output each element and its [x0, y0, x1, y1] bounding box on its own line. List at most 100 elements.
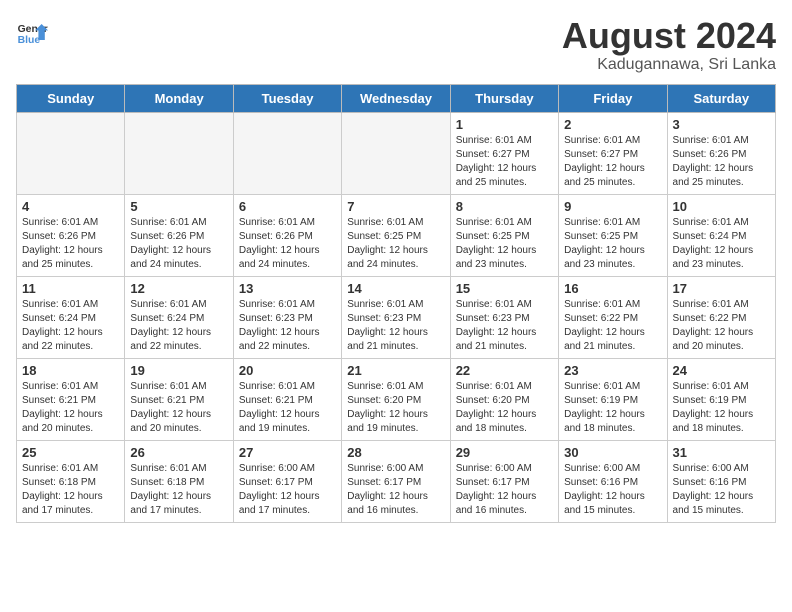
- day-number: 19: [130, 363, 227, 378]
- day-info: Sunrise: 6:01 AM Sunset: 6:23 PM Dayligh…: [347, 298, 444, 354]
- day-number: 13: [239, 281, 336, 296]
- day-number: 11: [22, 281, 119, 296]
- day-info: Sunrise: 6:01 AM Sunset: 6:19 PM Dayligh…: [564, 380, 661, 436]
- day-info: Sunrise: 6:01 AM Sunset: 6:20 PM Dayligh…: [347, 380, 444, 436]
- day-info: Sunrise: 6:00 AM Sunset: 6:17 PM Dayligh…: [456, 462, 553, 518]
- calendar-cell: 7 Sunrise: 6:01 AM Sunset: 6:25 PM Daylig…: [342, 194, 450, 276]
- weekday-header-tuesday: Tuesday: [233, 84, 341, 112]
- day-number: 14: [347, 281, 444, 296]
- calendar-cell: 15 Sunrise: 6:01 AM Sunset: 6:23 PM Dayli…: [450, 276, 558, 358]
- title-block: August 2024 Kadugannawa, Sri Lanka: [562, 16, 776, 74]
- calendar-cell: 17Sunrise: 6:01 AM Sunset: 6:22 PM Dayli…: [667, 276, 775, 358]
- calendar-cell: 6Sunrise: 6:01 AM Sunset: 6:26 PM Daylig…: [233, 194, 341, 276]
- calendar-cell: 24Sunrise: 6:01 AM Sunset: 6:19 PM Dayli…: [667, 358, 775, 440]
- calendar-cell: 10 Sunrise: 6:01 AM Sunset: 6:24 PM Dayli…: [667, 194, 775, 276]
- day-number: 5: [130, 199, 227, 214]
- calendar-cell: 19 Sunrise: 6:01 AM Sunset: 6:21 PM Dayli…: [125, 358, 233, 440]
- calendar-cell: 26Sunrise: 6:01 AM Sunset: 6:18 PM Dayli…: [125, 440, 233, 522]
- calendar-cell: 9 Sunrise: 6:01 AM Sunset: 6:25 PM Daylig…: [559, 194, 667, 276]
- day-number: 20: [239, 363, 336, 378]
- day-number: 21: [347, 363, 444, 378]
- day-number: 29: [456, 445, 553, 460]
- day-number: 15: [456, 281, 553, 296]
- day-number: 12: [130, 281, 227, 296]
- day-number: 23: [564, 363, 661, 378]
- location: Kadugannawa, Sri Lanka: [562, 56, 776, 74]
- calendar-cell: 11 Sunrise: 6:01 AM Sunset: 6:24 PM Dayli…: [17, 276, 125, 358]
- calendar-cell: 16 Sunrise: 6:01 AM Sunset: 6:22 PM Dayli…: [559, 276, 667, 358]
- day-number: 17: [673, 281, 770, 296]
- day-info: Sunrise: 6:01 AM Sunset: 6:27 PM Dayligh…: [564, 134, 661, 190]
- month-title: August 2024: [562, 16, 776, 56]
- calendar-cell: 29 Sunrise: 6:00 AM Sunset: 6:17 PM Dayli…: [450, 440, 558, 522]
- day-info: Sunrise: 6:01 AM Sunset: 6:25 PM Dayligh…: [456, 216, 553, 272]
- day-number: 3: [673, 117, 770, 132]
- weekday-header-saturday: Saturday: [667, 84, 775, 112]
- weekday-header-wednesday: Wednesday: [342, 84, 450, 112]
- day-number: 30: [564, 445, 661, 460]
- day-info: Sunrise: 6:00 AM Sunset: 6:16 PM Dayligh…: [564, 462, 661, 518]
- day-info: Sunrise: 6:01 AM Sunset: 6:23 PM Dayligh…: [456, 298, 553, 354]
- day-number: 2: [564, 117, 661, 132]
- day-info: Sunrise: 6:01 AM Sunset: 6:26 PM Dayligh…: [22, 216, 119, 272]
- day-info: Sunrise: 6:00 AM Sunset: 6:17 PM Dayligh…: [347, 462, 444, 518]
- calendar-cell: 27 Sunrise: 6:00 AM Sunset: 6:17 PM Dayli…: [233, 440, 341, 522]
- day-number: 1: [456, 117, 553, 132]
- day-info: Sunrise: 6:01 AM Sunset: 6:24 PM Dayligh…: [673, 216, 770, 272]
- day-info: Sunrise: 6:00 AM Sunset: 6:17 PM Dayligh…: [239, 462, 336, 518]
- day-number: 28: [347, 445, 444, 460]
- calendar-cell: 23 Sunrise: 6:01 AM Sunset: 6:19 PM Dayli…: [559, 358, 667, 440]
- calendar-cell: 22 Sunrise: 6:01 AM Sunset: 6:20 PM Dayli…: [450, 358, 558, 440]
- day-info: Sunrise: 6:01 AM Sunset: 6:22 PM Dayligh…: [564, 298, 661, 354]
- calendar-cell: 8Sunrise: 6:01 AM Sunset: 6:25 PM Daylig…: [450, 194, 558, 276]
- week-row-4: 18Sunrise: 6:01 AM Sunset: 6:21 PM Dayli…: [17, 358, 776, 440]
- day-info: Sunrise: 6:01 AM Sunset: 6:24 PM Dayligh…: [22, 298, 119, 354]
- svg-text:Blue: Blue: [18, 35, 41, 46]
- day-number: 27: [239, 445, 336, 460]
- day-number: 7: [347, 199, 444, 214]
- calendar-cell: 4Sunrise: 6:01 AM Sunset: 6:26 PM Daylig…: [17, 194, 125, 276]
- day-info: Sunrise: 6:01 AM Sunset: 6:21 PM Dayligh…: [239, 380, 336, 436]
- calendar-cell: 31 Sunrise: 6:00 AM Sunset: 6:16 PM Dayli…: [667, 440, 775, 522]
- day-info: Sunrise: 6:00 AM Sunset: 6:16 PM Dayligh…: [673, 462, 770, 518]
- week-row-5: 25Sunrise: 6:01 AM Sunset: 6:18 PM Dayli…: [17, 440, 776, 522]
- weekday-header-sunday: Sunday: [17, 84, 125, 112]
- week-row-3: 11 Sunrise: 6:01 AM Sunset: 6:24 PM Dayli…: [17, 276, 776, 358]
- calendar-cell: 3 Sunrise: 6:01 AM Sunset: 6:26 PM Daylig…: [667, 112, 775, 194]
- day-info: Sunrise: 6:01 AM Sunset: 6:26 PM Dayligh…: [239, 216, 336, 272]
- day-info: Sunrise: 6:01 AM Sunset: 6:27 PM Dayligh…: [456, 134, 553, 190]
- calendar-cell: 20 Sunrise: 6:01 AM Sunset: 6:21 PM Dayli…: [233, 358, 341, 440]
- day-info: Sunrise: 6:01 AM Sunset: 6:25 PM Dayligh…: [347, 216, 444, 272]
- day-info: Sunrise: 6:01 AM Sunset: 6:26 PM Dayligh…: [673, 134, 770, 190]
- logo-icon: General Blue: [16, 16, 48, 48]
- calendar-cell: 21 Sunrise: 6:01 AM Sunset: 6:20 PM Dayli…: [342, 358, 450, 440]
- day-info: Sunrise: 6:01 AM Sunset: 6:20 PM Dayligh…: [456, 380, 553, 436]
- weekday-header-friday: Friday: [559, 84, 667, 112]
- day-info: Sunrise: 6:01 AM Sunset: 6:23 PM Dayligh…: [239, 298, 336, 354]
- calendar-cell: 30 Sunrise: 6:00 AM Sunset: 6:16 PM Dayli…: [559, 440, 667, 522]
- weekday-header-thursday: Thursday: [450, 84, 558, 112]
- day-number: 9: [564, 199, 661, 214]
- calendar-cell: [342, 112, 450, 194]
- calendar-cell: [17, 112, 125, 194]
- calendar-cell: 14 Sunrise: 6:01 AM Sunset: 6:23 PM Dayli…: [342, 276, 450, 358]
- day-number: 31: [673, 445, 770, 460]
- page-header: General Blue August 2024 Kadugannawa, Sr…: [16, 16, 776, 74]
- calendar-cell: 18Sunrise: 6:01 AM Sunset: 6:21 PM Dayli…: [17, 358, 125, 440]
- week-row-2: 4Sunrise: 6:01 AM Sunset: 6:26 PM Daylig…: [17, 194, 776, 276]
- calendar-cell: [233, 112, 341, 194]
- calendar-cell: 12 Sunrise: 6:01 AM Sunset: 6:24 PM Dayli…: [125, 276, 233, 358]
- weekday-header-row: SundayMondayTuesdayWednesdayThursdayFrid…: [17, 84, 776, 112]
- logo: General Blue: [16, 16, 48, 48]
- day-number: 22: [456, 363, 553, 378]
- day-number: 10: [673, 199, 770, 214]
- calendar-cell: 13 Sunrise: 6:01 AM Sunset: 6:23 PM Dayli…: [233, 276, 341, 358]
- calendar-table: SundayMondayTuesdayWednesdayThursdayFrid…: [16, 84, 776, 523]
- weekday-header-monday: Monday: [125, 84, 233, 112]
- day-info: Sunrise: 6:01 AM Sunset: 6:26 PM Dayligh…: [130, 216, 227, 272]
- day-number: 16: [564, 281, 661, 296]
- day-info: Sunrise: 6:01 AM Sunset: 6:24 PM Dayligh…: [130, 298, 227, 354]
- day-info: Sunrise: 6:01 AM Sunset: 6:18 PM Dayligh…: [130, 462, 227, 518]
- day-info: Sunrise: 6:01 AM Sunset: 6:21 PM Dayligh…: [130, 380, 227, 436]
- day-info: Sunrise: 6:01 AM Sunset: 6:25 PM Dayligh…: [564, 216, 661, 272]
